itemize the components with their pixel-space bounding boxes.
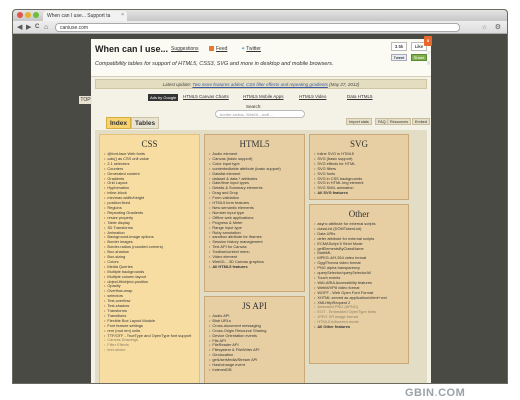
feature-link[interactable]: text-stroke — [104, 348, 199, 353]
tab-title: When can I use... Support ta — [47, 13, 111, 19]
rook-icon[interactable]: ♜ — [426, 60, 431, 67]
feature-list-svg: Inline SVG in HTML5SVG (basic support)SV… — [310, 152, 408, 196]
share-button[interactable]: Share — [411, 54, 427, 61]
feature-link[interactable]: IndexedDB — [209, 368, 304, 373]
twitter-bird-icon: ✦ — [241, 46, 246, 52]
feature-list-css: @font-face Web fontscalc() as CSS unit v… — [100, 152, 199, 353]
twitter-label: Twitter — [246, 46, 261, 52]
site-header: When can I use... Suggestions Feed ✦Twit… — [91, 39, 431, 77]
address-bar[interactable]: caniuse.com — [55, 23, 460, 32]
close-window-button[interactable] — [17, 12, 23, 18]
top-side-tab[interactable]: TOP — [79, 96, 92, 104]
watermark-right: COM — [438, 387, 466, 399]
ad-link-canvas-charts[interactable]: HTML5 Canvas Charts — [183, 94, 229, 99]
update-link[interactable]: Two more features added, CSS filter effe… — [192, 82, 328, 87]
panel-title-svg: SVG — [349, 139, 368, 149]
panel-css: CSS @font-face Web fontscalc() as CSS un… — [99, 134, 200, 383]
resources-button[interactable]: Resources — [387, 118, 412, 125]
browser-window: When can I use... Support ta × ◀ ▶ C ⌂ c… — [12, 9, 508, 384]
panel-svg: SVG Inline SVG in HTML5SVG (basic suppor… — [309, 134, 409, 200]
forward-icon[interactable]: ▶ — [26, 24, 31, 31]
watermark-logo: GBIN.COM — [405, 387, 465, 399]
maximize-window-button[interactable] — [33, 12, 39, 18]
feature-index: CSS @font-face Web fontscalc() as CSS un… — [95, 130, 427, 383]
tab-tables[interactable]: Tables — [131, 117, 160, 129]
panel-title-jsapi: JS API — [242, 301, 267, 311]
import-stats-button[interactable]: Import stats — [346, 118, 372, 125]
update-prefix: Latest update: — [162, 82, 192, 87]
title-bar: When can I use... Support ta × — [13, 10, 507, 21]
reload-icon[interactable]: C — [35, 24, 39, 31]
tab-index[interactable]: Index — [106, 117, 131, 129]
feature-list-jsapi: Audio APIBlob URLsCross-document messagi… — [205, 314, 304, 373]
ad-link-mobile-apps[interactable]: HTML5 Mobile Apps — [243, 94, 284, 99]
caniuse-page: When can I use... Suggestions Feed ✦Twit… — [91, 39, 431, 383]
search-input[interactable]: border-radius, WebGL, woff ... — [215, 110, 305, 118]
site-subtitle: Compatibility tables for support of HTML… — [95, 61, 334, 67]
mail-icon[interactable]: ✉ — [426, 50, 431, 57]
desktop: When can I use... Support ta × ◀ ▶ C ⌂ c… — [0, 0, 520, 400]
bookmark-star-icon[interactable]: ☆ — [482, 24, 487, 31]
plus-one-button[interactable]: 3.5k — [391, 42, 407, 51]
ad-link-data-html5[interactable]: Data HTML5 — [347, 94, 373, 99]
panel-title-css: CSS — [141, 139, 158, 149]
suggestions-link[interactable]: Suggestions — [171, 46, 199, 52]
html5-badge-icon[interactable]: 5 — [424, 36, 432, 46]
ad-link-html5-video[interactable]: HTML5 Video — [299, 94, 326, 99]
feature-list-other: async attribute for external scriptsclas… — [310, 222, 408, 330]
browser-toolbar: ◀ ▶ C ⌂ caniuse.com ☆ ⚙ — [13, 21, 507, 34]
home-icon[interactable]: ⌂ — [44, 24, 48, 31]
page-viewport: When can I use... Suggestions Feed ✦Twit… — [13, 34, 507, 383]
feature-link[interactable]: All HTML5 features — [209, 265, 304, 270]
rss-feed-icon — [209, 46, 214, 52]
watermark-left: GBIN — [405, 387, 435, 399]
back-icon[interactable]: ◀ — [17, 24, 22, 31]
panel-jsapi: JS API Audio APIBlob URLsCross-document … — [204, 296, 305, 383]
site-title[interactable]: When can I use... — [95, 44, 168, 54]
settings-wrench-icon[interactable]: ⚙ — [495, 23, 501, 31]
tab-close-icon[interactable]: × — [121, 12, 124, 18]
update-date: (May 27, 2012) — [329, 82, 360, 87]
search-label: Search: — [246, 104, 262, 109]
ads-by-google-badge[interactable]: Ads by Google — [148, 94, 179, 101]
panel-other: Other async attribute for external scrip… — [309, 204, 409, 364]
feature-link[interactable]: All Other features — [314, 325, 408, 330]
feed-label: Feed — [216, 46, 228, 52]
tweet-button[interactable]: Tweet — [391, 54, 407, 61]
panel-html5: HTML5 Audio elementCanvas (basic support… — [204, 134, 305, 292]
feed-link[interactable]: Feed — [209, 46, 227, 52]
feature-list-html5: Audio elementCanvas (basic support)Color… — [205, 152, 304, 270]
minimize-window-button[interactable] — [25, 12, 31, 18]
browser-tab[interactable]: When can I use... Support ta × — [43, 11, 127, 21]
panel-title-html5: HTML5 — [239, 139, 270, 149]
latest-update-bar: Latest update: Two more features added, … — [95, 79, 427, 89]
panel-title-other: Other — [348, 209, 370, 219]
feature-link[interactable]: All SVG features — [314, 191, 408, 196]
twitter-link[interactable]: ✦Twitter — [241, 46, 261, 52]
embed-button[interactable]: Embed — [412, 118, 431, 125]
